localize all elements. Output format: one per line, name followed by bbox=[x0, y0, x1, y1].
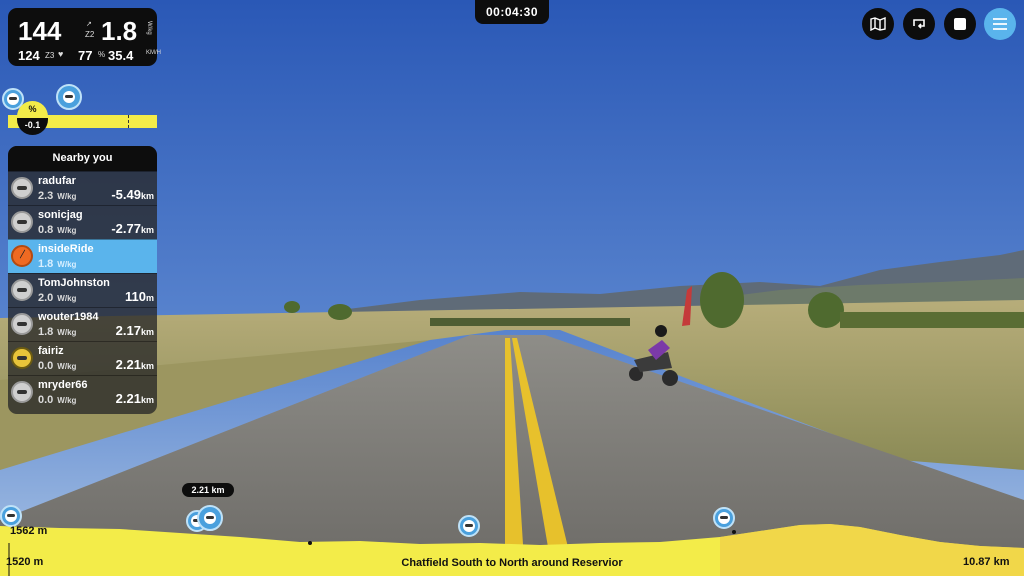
slope-indicator: % -0.1 bbox=[17, 101, 48, 135]
rider-name: insideRide bbox=[38, 243, 94, 255]
nearby-rider-row[interactable]: sonicjag 0.8 W/kg -2.77km bbox=[8, 205, 157, 239]
ride-timer: 00:04:30 bbox=[475, 0, 549, 24]
rider-name: TomJohnston bbox=[38, 277, 110, 289]
speed-zone: Z2 bbox=[85, 30, 95, 39]
hamburger-menu-icon bbox=[993, 18, 1007, 30]
map-icon bbox=[870, 17, 886, 31]
rider-wkg: 2.0 W/kg bbox=[38, 292, 77, 304]
speed-icon: ↗ bbox=[86, 21, 92, 28]
rider-wkg: 0.0 W/kg bbox=[38, 360, 77, 372]
rider-name: mryder66 bbox=[38, 379, 88, 391]
rider-distance: 2.17km bbox=[115, 323, 154, 338]
nearby-title: Nearby you bbox=[8, 146, 157, 171]
rider-avatar bbox=[11, 347, 33, 369]
loop-icon bbox=[913, 19, 925, 29]
rider-name: fairiz bbox=[38, 345, 64, 357]
rider-distance: 2.21km bbox=[115, 357, 154, 372]
nearby-riders-panel: Nearby you radufar 2.3 W/kg -5.49km sonicjag… bbox=[8, 146, 157, 414]
rider-marker-icon bbox=[56, 84, 82, 110]
rider-marker-icon bbox=[713, 507, 735, 529]
slope-value: -0.1 bbox=[17, 118, 48, 135]
nearby-rider-row[interactable]: mryder66 0.0 W/kg 2.21km bbox=[8, 375, 157, 409]
rider-wkg: 1.8 W/kg bbox=[38, 258, 77, 270]
rider-name: wouter1984 bbox=[38, 311, 99, 323]
speed-kmh-unit: KM/H bbox=[146, 50, 161, 56]
rider-distance: 110m bbox=[125, 289, 154, 304]
cadence-value: 77 bbox=[78, 48, 93, 63]
heart-rate-value: 124 bbox=[18, 48, 40, 63]
heart-icon: ♥ bbox=[58, 49, 64, 59]
min-elevation-label: 1520 m bbox=[6, 556, 44, 568]
total-distance-label: 10.87 km bbox=[963, 556, 1010, 568]
max-elevation-label: 1562 m bbox=[10, 525, 48, 537]
stop-button[interactable] bbox=[944, 8, 976, 40]
nearby-rider-row[interactable]: wouter1984 1.8 W/kg 2.17km bbox=[8, 307, 157, 341]
rider-marker-icon bbox=[0, 505, 22, 527]
rider-name: radufar bbox=[38, 175, 76, 187]
rider-wkg: 2.3 W/kg bbox=[38, 190, 77, 202]
rider-marker-icon bbox=[197, 505, 223, 531]
rider-distance: -2.77km bbox=[111, 221, 154, 236]
rider-wkg: 0.0 W/kg bbox=[38, 394, 77, 406]
rider-wkg: 0.8 W/kg bbox=[38, 224, 77, 236]
rider-name: sonicjag bbox=[38, 209, 83, 221]
rider-wkg: 1.8 W/kg bbox=[38, 326, 77, 338]
rider-avatar bbox=[11, 279, 33, 301]
route-name: Chatfield South to North around Reservio… bbox=[401, 557, 623, 569]
ride-stats-panel: 144 ↗ Z2 1.8 W/kg 124 Z3 ♥ 77 % 35.4 KM/… bbox=[8, 8, 161, 66]
speed-value: 144 bbox=[18, 16, 62, 46]
speed-kmh-value: 35.4 bbox=[108, 48, 134, 63]
rider-distance: 2.21km bbox=[115, 391, 154, 406]
rider-distance: -5.49km bbox=[111, 187, 154, 202]
power-wkg-value: 1.8 bbox=[101, 16, 138, 46]
rider-avatar bbox=[11, 177, 33, 199]
nearby-rider-row[interactable]: fairiz 0.0 W/kg 2.21km bbox=[8, 341, 157, 375]
stop-icon bbox=[954, 18, 966, 30]
rider-avatar bbox=[11, 245, 33, 267]
hr-zone: Z3 bbox=[45, 51, 55, 60]
loop-button[interactable] bbox=[903, 8, 935, 40]
map-button[interactable] bbox=[862, 8, 894, 40]
cadence-icon: % bbox=[98, 50, 106, 59]
rider-marker-icon bbox=[458, 515, 480, 537]
rider-avatar bbox=[11, 211, 33, 233]
nearby-rider-row[interactable]: TomJohnston 2.0 W/kg 110m bbox=[8, 273, 157, 307]
rider-avatar bbox=[11, 381, 33, 403]
slope-label: % bbox=[17, 101, 48, 118]
rider-avatar bbox=[11, 313, 33, 335]
marker-distance-bubble: 2.21 km bbox=[182, 483, 234, 497]
menu-button[interactable] bbox=[984, 8, 1016, 40]
nearby-rider-row[interactable]: radufar 2.3 W/kg -5.49km bbox=[8, 171, 157, 205]
power-unit: W/kg bbox=[146, 21, 152, 35]
nearby-rider-row[interactable]: insideRide 1.8 W/kg bbox=[8, 239, 157, 273]
